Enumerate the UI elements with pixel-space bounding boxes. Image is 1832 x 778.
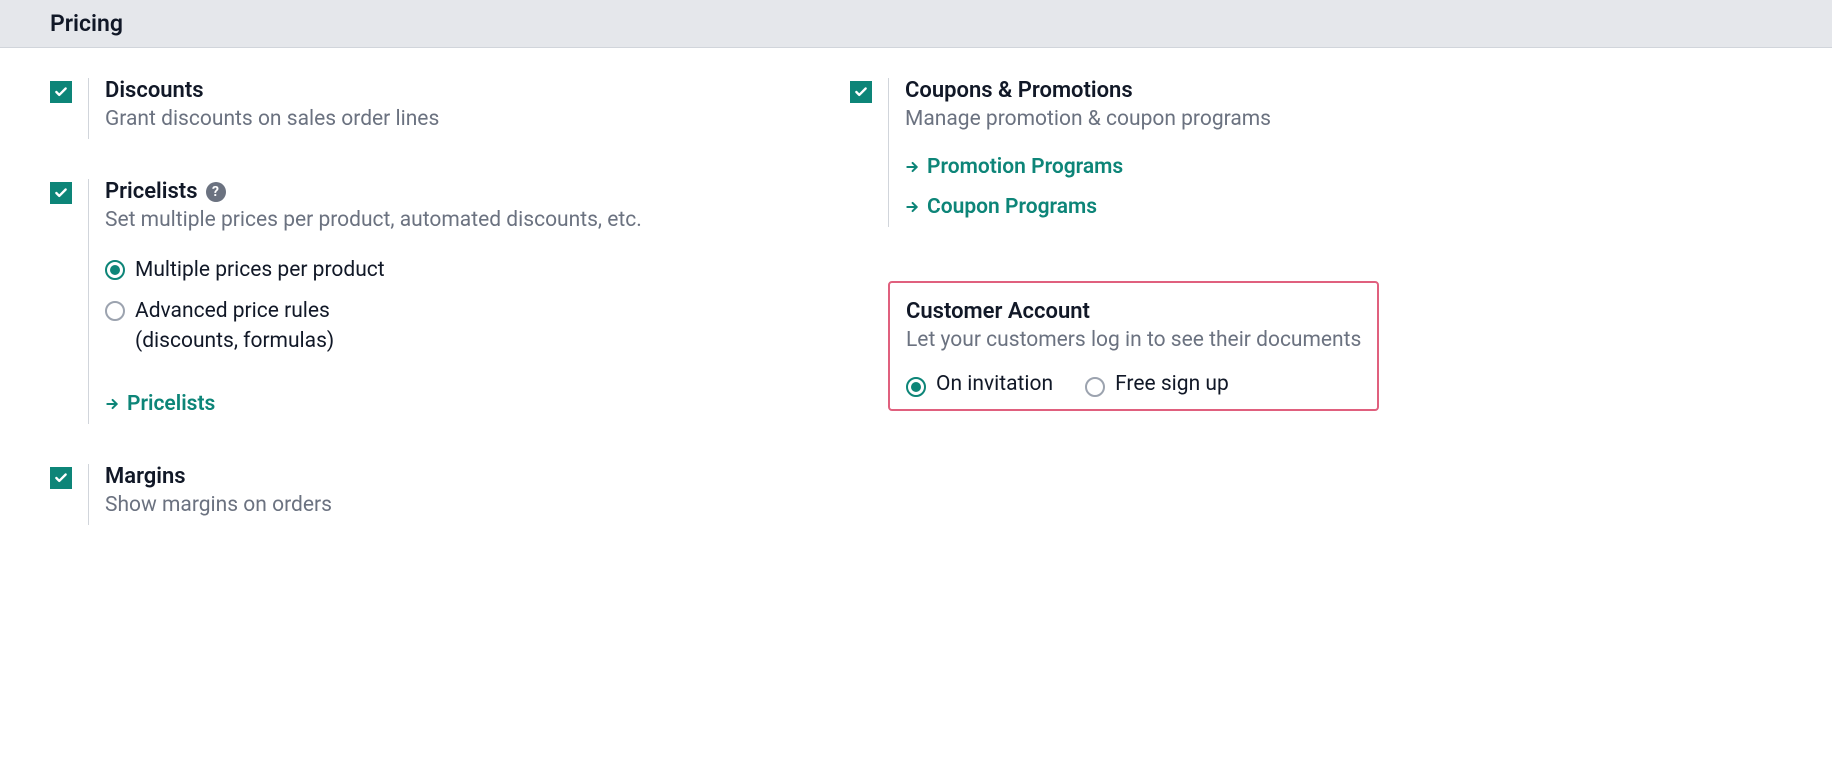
pricelists-title-row: Pricelists ? xyxy=(105,179,800,204)
settings-right-column: Coupons & Promotions Manage promotion & … xyxy=(800,78,1500,565)
customer-account-radio-free[interactable]: Free sign up xyxy=(1085,370,1229,399)
help-icon[interactable]: ? xyxy=(206,182,226,202)
setting-discounts: Discounts Grant discounts on sales order… xyxy=(50,78,800,139)
pricelists-radio-group: Multiple prices per product Advanced pri… xyxy=(105,256,800,356)
customer-account-highlight: Customer Account Let your customers log … xyxy=(888,281,1379,411)
setting-customer-account: Customer Account Let your customers log … xyxy=(850,267,1500,411)
arrow-right-icon xyxy=(905,160,919,174)
coupon-programs-label: Coupon Programs xyxy=(927,195,1097,219)
pricelists-radio-multiple[interactable]: Multiple prices per product xyxy=(105,256,800,285)
coupons-desc: Manage promotion & coupon programs xyxy=(905,107,1500,131)
setting-coupons: Coupons & Promotions Manage promotion & … xyxy=(850,78,1500,227)
pricelists-title: Pricelists xyxy=(105,179,198,204)
customer-account-radio-group: On invitation Free sign up xyxy=(906,370,1361,399)
setting-margins: Margins Show margins on orders xyxy=(50,464,800,525)
coupons-title: Coupons & Promotions xyxy=(905,78,1500,103)
coupons-checkbox[interactable] xyxy=(850,81,872,103)
margins-checkbox[interactable] xyxy=(50,467,72,489)
coupons-checkbox-wrap xyxy=(850,81,872,103)
pricelists-checkbox[interactable] xyxy=(50,182,72,204)
pricelists-desc: Set multiple prices per product, automat… xyxy=(105,208,800,232)
radio-icon xyxy=(105,260,125,280)
radio-icon xyxy=(906,377,926,397)
settings-left-column: Discounts Grant discounts on sales order… xyxy=(0,78,800,565)
margins-content: Margins Show margins on orders xyxy=(88,464,800,525)
margins-desc: Show margins on orders xyxy=(105,493,800,517)
customer-account-desc: Let your customers log in to see their d… xyxy=(906,328,1361,352)
coupons-content: Coupons & Promotions Manage promotion & … xyxy=(888,78,1500,227)
settings-grid: Discounts Grant discounts on sales order… xyxy=(0,48,1832,595)
pricelists-radio-advanced-label: Advanced price rules (discounts, formula… xyxy=(135,297,395,356)
coupon-programs-link[interactable]: Coupon Programs xyxy=(905,195,1500,219)
pricelists-radio-multiple-label: Multiple prices per product xyxy=(135,256,385,285)
customer-account-title: Customer Account xyxy=(906,299,1361,324)
radio-icon xyxy=(105,301,125,321)
check-icon xyxy=(54,186,68,200)
setting-pricelists: Pricelists ? Set multiple prices per pro… xyxy=(50,179,800,424)
discounts-content: Discounts Grant discounts on sales order… xyxy=(88,78,800,139)
section-header: Pricing xyxy=(0,0,1832,48)
check-icon xyxy=(54,85,68,99)
discounts-checkbox[interactable] xyxy=(50,81,72,103)
arrow-right-icon xyxy=(905,200,919,214)
pricelists-link-label: Pricelists xyxy=(127,392,215,416)
discounts-checkbox-wrap xyxy=(50,81,72,103)
pricelists-content: Pricelists ? Set multiple prices per pro… xyxy=(88,179,800,424)
promotion-programs-label: Promotion Programs xyxy=(927,155,1123,179)
pricelists-radio-advanced[interactable]: Advanced price rules (discounts, formula… xyxy=(105,297,800,356)
customer-account-radio-invitation-label: On invitation xyxy=(936,370,1053,399)
discounts-title: Discounts xyxy=(105,78,800,103)
radio-icon xyxy=(1085,377,1105,397)
customer-account-radio-invitation[interactable]: On invitation xyxy=(906,370,1053,399)
discounts-desc: Grant discounts on sales order lines xyxy=(105,107,800,131)
coupons-links: Promotion Programs Coupon Programs xyxy=(905,155,1500,219)
arrow-right-icon xyxy=(105,397,119,411)
customer-account-radio-free-label: Free sign up xyxy=(1115,370,1229,399)
check-icon xyxy=(854,85,868,99)
promotion-programs-link[interactable]: Promotion Programs xyxy=(905,155,1500,179)
check-icon xyxy=(54,471,68,485)
section-title: Pricing xyxy=(50,10,123,37)
pricelists-link[interactable]: Pricelists xyxy=(105,392,215,416)
margins-title: Margins xyxy=(105,464,800,489)
pricelists-checkbox-wrap xyxy=(50,182,72,204)
margins-checkbox-wrap xyxy=(50,467,72,489)
